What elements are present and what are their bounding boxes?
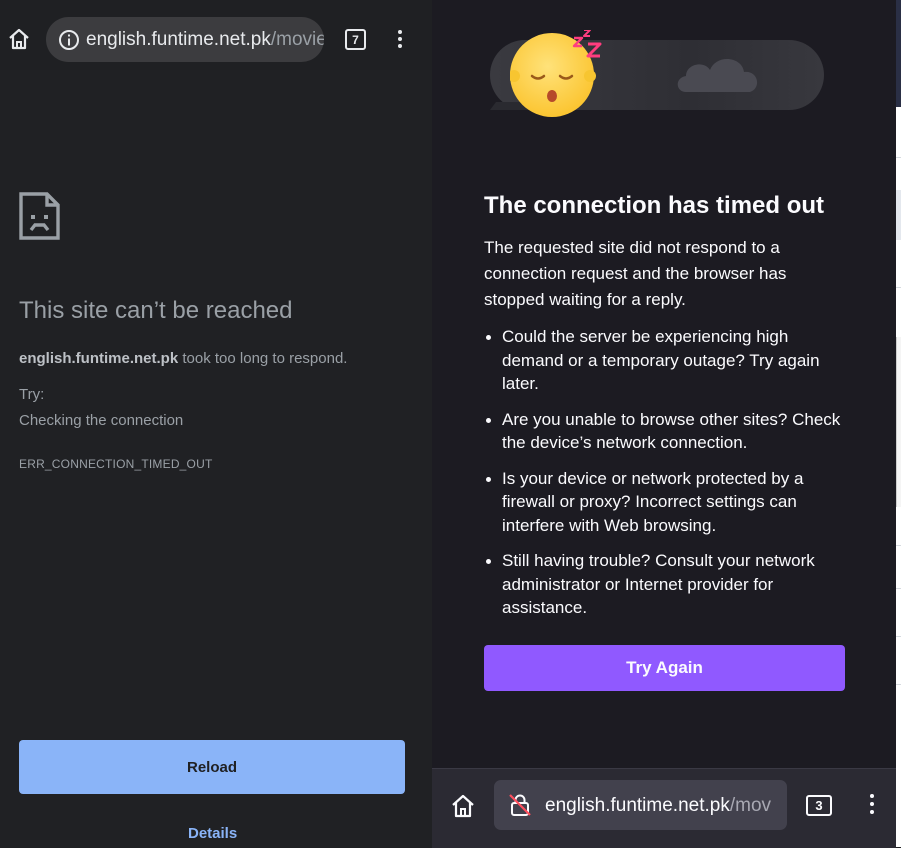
error-title: The connection has timed out bbox=[484, 192, 825, 219]
suggestion-list: Could the server be experiencing high de… bbox=[484, 325, 844, 632]
overflow-menu-icon[interactable] bbox=[390, 28, 410, 52]
address-bar[interactable]: english.funtime.net.pk/movie bbox=[46, 17, 324, 62]
suggestion-item: Checking the connection bbox=[19, 412, 184, 429]
list-item: Is your device or network protected by a… bbox=[484, 467, 844, 538]
firefox-toolbar: english.funtime.net.pk/mov 3 bbox=[432, 768, 896, 848]
home-icon[interactable] bbox=[7, 27, 31, 51]
sad-document-icon bbox=[19, 192, 60, 240]
error-title: This site can’t be reached bbox=[19, 297, 293, 324]
error-intro: The requested site did not respond to a … bbox=[484, 238, 787, 309]
list-item: Are you unable to browse other sites? Ch… bbox=[484, 408, 844, 455]
tab-switcher-button[interactable]: 7 bbox=[345, 29, 366, 50]
error-code: ERR_CONNECTION_TIMED_OUT bbox=[19, 457, 213, 471]
list-item: Could the server be experiencing high de… bbox=[484, 325, 844, 396]
address-bar[interactable]: english.funtime.net.pk/mov bbox=[494, 780, 787, 830]
url-path: /mov bbox=[729, 795, 772, 816]
details-link[interactable]: Details bbox=[188, 825, 237, 842]
url-text[interactable]: english.funtime.net.pk/movie bbox=[86, 29, 324, 51]
error-message: took too long to respond. bbox=[178, 350, 348, 367]
chrome-toolbar: english.funtime.net.pk/movie 7 bbox=[0, 0, 432, 70]
tab-switcher-button[interactable]: 3 bbox=[806, 795, 832, 816]
url-text[interactable]: english.funtime.net.pk/mov bbox=[545, 795, 771, 817]
list-item: Still having trouble? Consult your netwo… bbox=[484, 549, 844, 620]
sleeping-emoji-icon bbox=[510, 30, 602, 117]
url-domain: english.funtime.net.pk bbox=[545, 795, 730, 816]
try-label: Try: bbox=[19, 386, 45, 403]
overflow-menu-icon[interactable] bbox=[864, 791, 880, 819]
reload-button[interactable]: Reload bbox=[19, 740, 405, 794]
insecure-lock-icon[interactable] bbox=[508, 793, 532, 817]
adjacent-window-edge bbox=[896, 0, 901, 847]
try-again-button[interactable]: Try Again bbox=[484, 645, 845, 691]
chrome-window: english.funtime.net.pk/movie 7 This site… bbox=[0, 0, 432, 847]
home-icon[interactable] bbox=[450, 793, 476, 819]
error-host: english.funtime.net.pk bbox=[19, 350, 179, 367]
error-description: english.funtime.net.pk took too long to … bbox=[19, 350, 347, 367]
url-path: /movie bbox=[270, 29, 324, 50]
info-icon[interactable] bbox=[58, 29, 80, 51]
url-domain: english.funtime.net.pk bbox=[86, 29, 271, 50]
firefox-window: The connection has timed out The request… bbox=[432, 0, 896, 848]
